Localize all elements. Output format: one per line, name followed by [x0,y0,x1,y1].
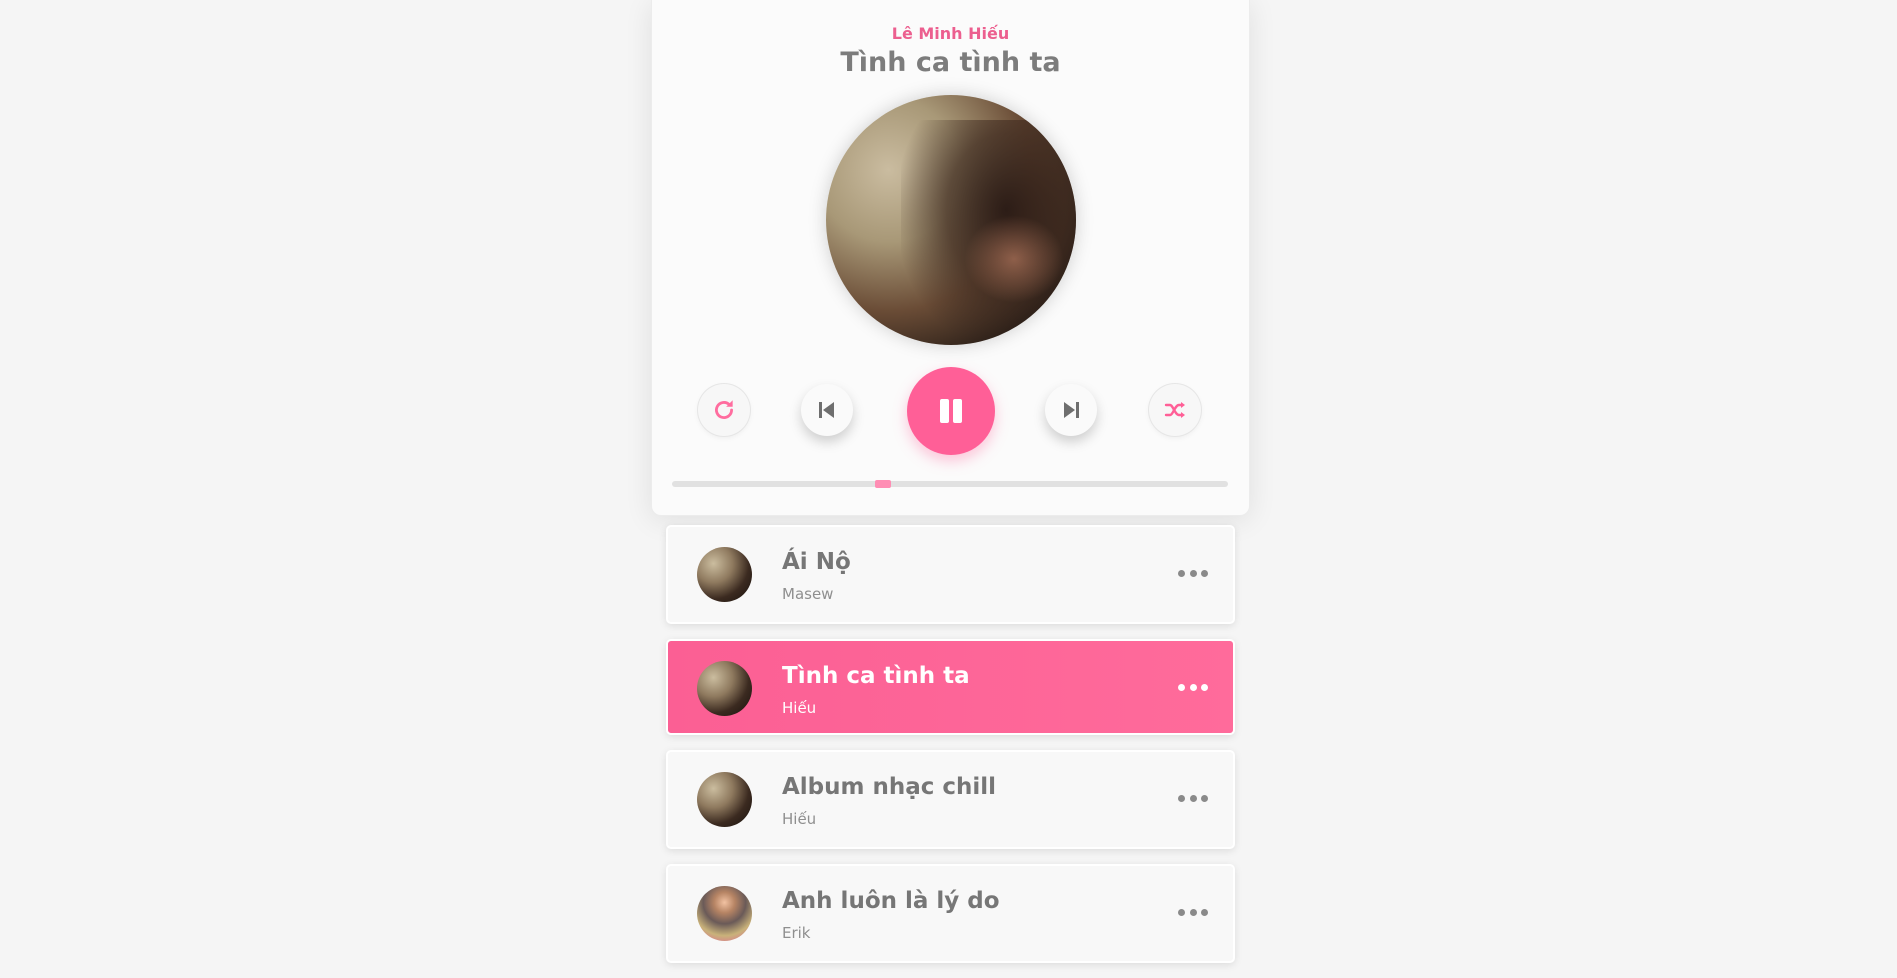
repeat-button[interactable] [698,384,750,436]
progress-bar[interactable] [672,480,1228,488]
song-artist: Hiếu [782,699,817,717]
song-item[interactable]: Ái Nộ Masew [666,525,1235,624]
song-thumbnail [697,886,752,941]
pause-icon [940,399,962,423]
song-item[interactable]: Anh luôn là lý do Erik [666,864,1235,963]
song-title: Ái Nộ [782,549,851,575]
now-playing-artist: Lê Minh Hiếu [891,24,1010,43]
song-artist: Hiếu [782,810,817,828]
song-artist: Masew [782,585,834,603]
cd-thumbnail [826,95,1076,345]
more-icon[interactable] [1178,563,1208,583]
progress-thumb[interactable] [875,480,892,488]
repeat-icon [715,400,733,419]
song-title: Anh luôn là lý do [782,888,1000,914]
play-pause-button[interactable] [907,367,995,455]
skip-back-icon [819,402,834,418]
skip-forward-icon [1064,402,1079,418]
song-thumbnail [697,547,752,602]
song-thumbnail [697,772,752,827]
playlist: Ái Nộ Masew Tình ca tình ta Hiếu Album nhạc … [666,525,1235,978]
song-item[interactable]: Album nhạc chill Hiếu [666,750,1235,849]
next-button[interactable] [1045,384,1097,436]
song-item[interactable]: Tình ca tình ta Hiếu [666,639,1235,735]
more-icon[interactable] [1178,902,1208,922]
shuffle-icon [1164,402,1185,418]
now-playing-title: Tình ca tình ta [840,47,1061,78]
song-title: Tình ca tình ta [782,663,970,689]
song-title: Album nhạc chill [782,774,997,800]
song-artist: Erik [782,924,811,942]
more-icon[interactable] [1178,788,1208,808]
prev-button[interactable] [801,384,853,436]
shuffle-button[interactable] [1149,384,1201,436]
song-thumbnail [697,661,752,716]
player-dashboard: Lê Minh Hiếu Tình ca tình ta [651,0,1250,516]
more-icon[interactable] [1178,677,1208,697]
